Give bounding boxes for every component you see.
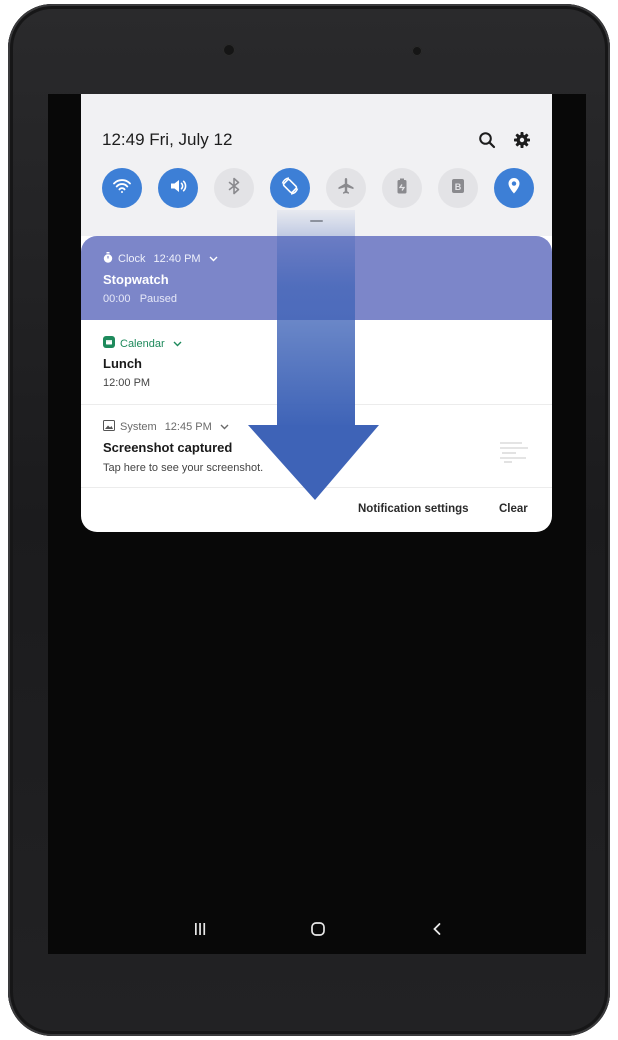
- front-camera: [223, 44, 235, 56]
- back-icon: [431, 922, 443, 941]
- back-button[interactable]: [425, 920, 449, 942]
- recents-icon: [193, 922, 207, 941]
- sensor: [412, 46, 422, 56]
- home-button[interactable]: [306, 920, 330, 942]
- home-icon: [310, 921, 326, 942]
- swipe-down-arrow: [248, 210, 379, 500]
- screen: 12:49 Fri, July 12 B Clock 12:40 PM Stop…: [48, 94, 586, 954]
- recents-button[interactable]: [188, 920, 212, 942]
